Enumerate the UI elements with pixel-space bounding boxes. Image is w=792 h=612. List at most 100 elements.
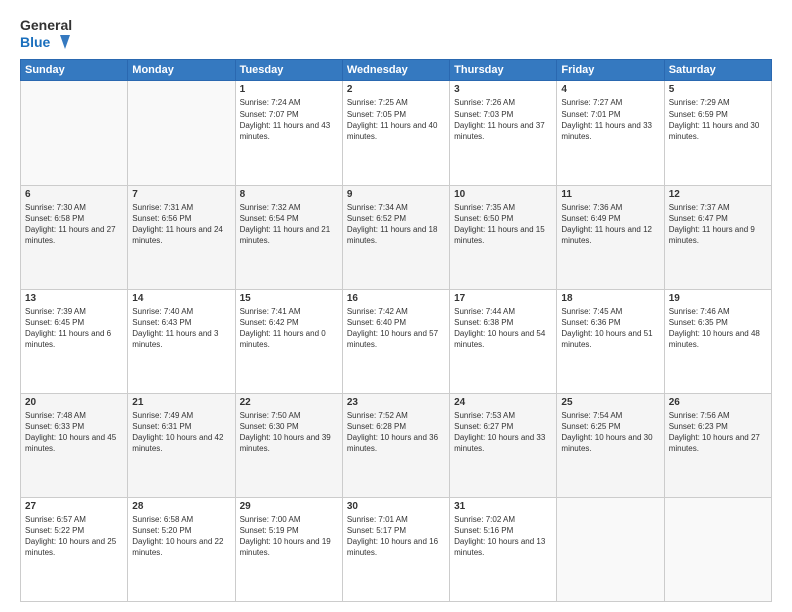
- calendar-cell: 20 Sunrise: 7:48 AM Sunset: 6:33 PM Dayli…: [21, 393, 128, 497]
- calendar-cell: 4Sunrise: 7:27 AM Sunset: 7:01 PM Daylig…: [557, 81, 664, 185]
- day-info: Sunrise: 7:24 AM Sunset: 7:07 PM Dayligh…: [240, 97, 338, 142]
- calendar-table: SundayMondayTuesdayWednesdayThursdayFrid…: [20, 59, 772, 602]
- day-number: 9: [347, 189, 445, 200]
- day-info: Sunrise: 7:36 AM Sunset: 6:49 PM Dayligh…: [561, 202, 659, 247]
- calendar-cell: 12 Sunrise: 7:37 AM Sunset: 6:47 PM Dayli…: [664, 185, 771, 289]
- day-number: 30: [347, 501, 445, 512]
- day-number: 8: [240, 189, 338, 200]
- day-number: 11: [561, 189, 659, 200]
- weekday-header-wednesday: Wednesday: [342, 60, 449, 81]
- weekday-header-friday: Friday: [557, 60, 664, 81]
- calendar-cell: 3 Sunrise: 7:26 AM Sunset: 7:03 PM Daylig…: [450, 81, 557, 185]
- day-info: Sunrise: 7:02 AM Sunset: 5:16 PM Dayligh…: [454, 514, 552, 559]
- calendar-row-2: 13 Sunrise: 7:39 AM Sunset: 6:45 PM Dayli…: [21, 289, 772, 393]
- weekday-header-sunday: Sunday: [21, 60, 128, 81]
- calendar-row-3: 20 Sunrise: 7:48 AM Sunset: 6:33 PM Dayli…: [21, 393, 772, 497]
- day-info: Sunrise: 7:49 AM Sunset: 6:31 PM Dayligh…: [132, 410, 230, 455]
- calendar-cell: 5 Sunrise: 7:29 AM Sunset: 6:59 PM Daylig…: [664, 81, 771, 185]
- day-info: Sunrise: 6:57 AM Sunset: 5:22 PM Dayligh…: [25, 514, 123, 559]
- calendar-cell: 15 Sunrise: 7:41 AM Sunset: 6:42 PM Dayli…: [235, 289, 342, 393]
- day-info: Sunrise: 7:45 AM Sunset: 6:36 PM Dayligh…: [561, 306, 659, 351]
- day-number: 19: [669, 293, 767, 304]
- calendar-row-4: 27Sunrise: 6:57 AM Sunset: 5:22 PM Dayli…: [21, 497, 772, 601]
- day-info: Sunrise: 7:01 AM Sunset: 5:17 PM Dayligh…: [347, 514, 445, 559]
- calendar-row-1: 6 Sunrise: 7:30 AM Sunset: 6:58 PM Daylig…: [21, 185, 772, 289]
- calendar-cell: 18 Sunrise: 7:45 AM Sunset: 6:36 PM Dayli…: [557, 289, 664, 393]
- day-info: Sunrise: 7:25 AM Sunset: 7:05 PM Dayligh…: [347, 97, 445, 142]
- logo: General Blue: [20, 18, 72, 51]
- day-number: 13: [25, 293, 123, 304]
- calendar-cell: 29 Sunrise: 7:00 AM Sunset: 5:19 PM Dayli…: [235, 497, 342, 601]
- calendar-cell: 8 Sunrise: 7:32 AM Sunset: 6:54 PM Daylig…: [235, 185, 342, 289]
- day-number: 6: [25, 189, 123, 200]
- day-info: Sunrise: 7:50 AM Sunset: 6:30 PM Dayligh…: [240, 410, 338, 455]
- day-number: 4: [561, 84, 659, 95]
- day-info: Sunrise: 7:37 AM Sunset: 6:47 PM Dayligh…: [669, 202, 767, 247]
- calendar-row-0: 1 Sunrise: 7:24 AM Sunset: 7:07 PM Daylig…: [21, 81, 772, 185]
- day-number: 7: [132, 189, 230, 200]
- logo-general: General: [20, 18, 72, 33]
- logo-blue: Blue: [20, 35, 50, 50]
- weekday-header-thursday: Thursday: [450, 60, 557, 81]
- day-info: Sunrise: 7:40 AM Sunset: 6:43 PM Dayligh…: [132, 306, 230, 351]
- day-number: 12: [669, 189, 767, 200]
- calendar-cell: 26Sunrise: 7:56 AM Sunset: 6:23 PM Dayli…: [664, 393, 771, 497]
- day-number: 1: [240, 84, 338, 95]
- calendar-cell: 19Sunrise: 7:46 AM Sunset: 6:35 PM Dayli…: [664, 289, 771, 393]
- weekday-header-tuesday: Tuesday: [235, 60, 342, 81]
- day-info: Sunrise: 7:54 AM Sunset: 6:25 PM Dayligh…: [561, 410, 659, 455]
- day-info: Sunrise: 7:26 AM Sunset: 7:03 PM Dayligh…: [454, 97, 552, 142]
- calendar-cell: [557, 497, 664, 601]
- day-number: 10: [454, 189, 552, 200]
- calendar-cell: 21Sunrise: 7:49 AM Sunset: 6:31 PM Dayli…: [128, 393, 235, 497]
- calendar-cell: 23 Sunrise: 7:52 AM Sunset: 6:28 PM Dayli…: [342, 393, 449, 497]
- day-info: Sunrise: 7:32 AM Sunset: 6:54 PM Dayligh…: [240, 202, 338, 247]
- day-info: Sunrise: 7:41 AM Sunset: 6:42 PM Dayligh…: [240, 306, 338, 351]
- weekday-header-monday: Monday: [128, 60, 235, 81]
- calendar-cell: 25 Sunrise: 7:54 AM Sunset: 6:25 PM Dayli…: [557, 393, 664, 497]
- calendar-cell: 28 Sunrise: 6:58 AM Sunset: 5:20 PM Dayli…: [128, 497, 235, 601]
- logo-wordmark: General Blue: [20, 18, 72, 51]
- day-info: Sunrise: 7:53 AM Sunset: 6:27 PM Dayligh…: [454, 410, 552, 455]
- day-number: 20: [25, 397, 123, 408]
- day-info: Sunrise: 7:29 AM Sunset: 6:59 PM Dayligh…: [669, 97, 767, 142]
- calendar-cell: 22Sunrise: 7:50 AM Sunset: 6:30 PM Dayli…: [235, 393, 342, 497]
- day-info: Sunrise: 6:58 AM Sunset: 5:20 PM Dayligh…: [132, 514, 230, 559]
- day-number: 28: [132, 501, 230, 512]
- day-info: Sunrise: 7:30 AM Sunset: 6:58 PM Dayligh…: [25, 202, 123, 247]
- calendar-cell: 24 Sunrise: 7:53 AM Sunset: 6:27 PM Dayli…: [450, 393, 557, 497]
- day-number: 17: [454, 293, 552, 304]
- day-number: 3: [454, 84, 552, 95]
- day-number: 25: [561, 397, 659, 408]
- day-number: 29: [240, 501, 338, 512]
- day-info: Sunrise: 7:31 AM Sunset: 6:56 PM Dayligh…: [132, 202, 230, 247]
- day-info: Sunrise: 7:34 AM Sunset: 6:52 PM Dayligh…: [347, 202, 445, 247]
- day-number: 5: [669, 84, 767, 95]
- day-info: Sunrise: 7:39 AM Sunset: 6:45 PM Dayligh…: [25, 306, 123, 351]
- calendar-cell: 17 Sunrise: 7:44 AM Sunset: 6:38 PM Dayli…: [450, 289, 557, 393]
- header: General Blue: [20, 18, 772, 51]
- calendar-cell: 2Sunrise: 7:25 AM Sunset: 7:05 PM Daylig…: [342, 81, 449, 185]
- day-number: 14: [132, 293, 230, 304]
- day-number: 15: [240, 293, 338, 304]
- day-number: 23: [347, 397, 445, 408]
- day-info: Sunrise: 7:35 AM Sunset: 6:50 PM Dayligh…: [454, 202, 552, 247]
- calendar-cell: 9 Sunrise: 7:34 AM Sunset: 6:52 PM Daylig…: [342, 185, 449, 289]
- calendar-cell: 30 Sunrise: 7:01 AM Sunset: 5:17 PM Dayli…: [342, 497, 449, 601]
- calendar-cell: 7 Sunrise: 7:31 AM Sunset: 6:56 PM Daylig…: [128, 185, 235, 289]
- day-number: 24: [454, 397, 552, 408]
- weekday-header-row: SundayMondayTuesdayWednesdayThursdayFrid…: [21, 60, 772, 81]
- calendar-cell: 1 Sunrise: 7:24 AM Sunset: 7:07 PM Daylig…: [235, 81, 342, 185]
- day-info: Sunrise: 7:48 AM Sunset: 6:33 PM Dayligh…: [25, 410, 123, 455]
- logo-chevron-icon: [52, 33, 70, 51]
- calendar-cell: 13 Sunrise: 7:39 AM Sunset: 6:45 PM Dayli…: [21, 289, 128, 393]
- day-info: Sunrise: 7:44 AM Sunset: 6:38 PM Dayligh…: [454, 306, 552, 351]
- calendar-cell: 6 Sunrise: 7:30 AM Sunset: 6:58 PM Daylig…: [21, 185, 128, 289]
- day-info: Sunrise: 7:00 AM Sunset: 5:19 PM Dayligh…: [240, 514, 338, 559]
- day-info: Sunrise: 7:52 AM Sunset: 6:28 PM Dayligh…: [347, 410, 445, 455]
- calendar-cell: 27Sunrise: 6:57 AM Sunset: 5:22 PM Dayli…: [21, 497, 128, 601]
- day-number: 16: [347, 293, 445, 304]
- day-info: Sunrise: 7:56 AM Sunset: 6:23 PM Dayligh…: [669, 410, 767, 455]
- calendar-cell: [21, 81, 128, 185]
- day-number: 18: [561, 293, 659, 304]
